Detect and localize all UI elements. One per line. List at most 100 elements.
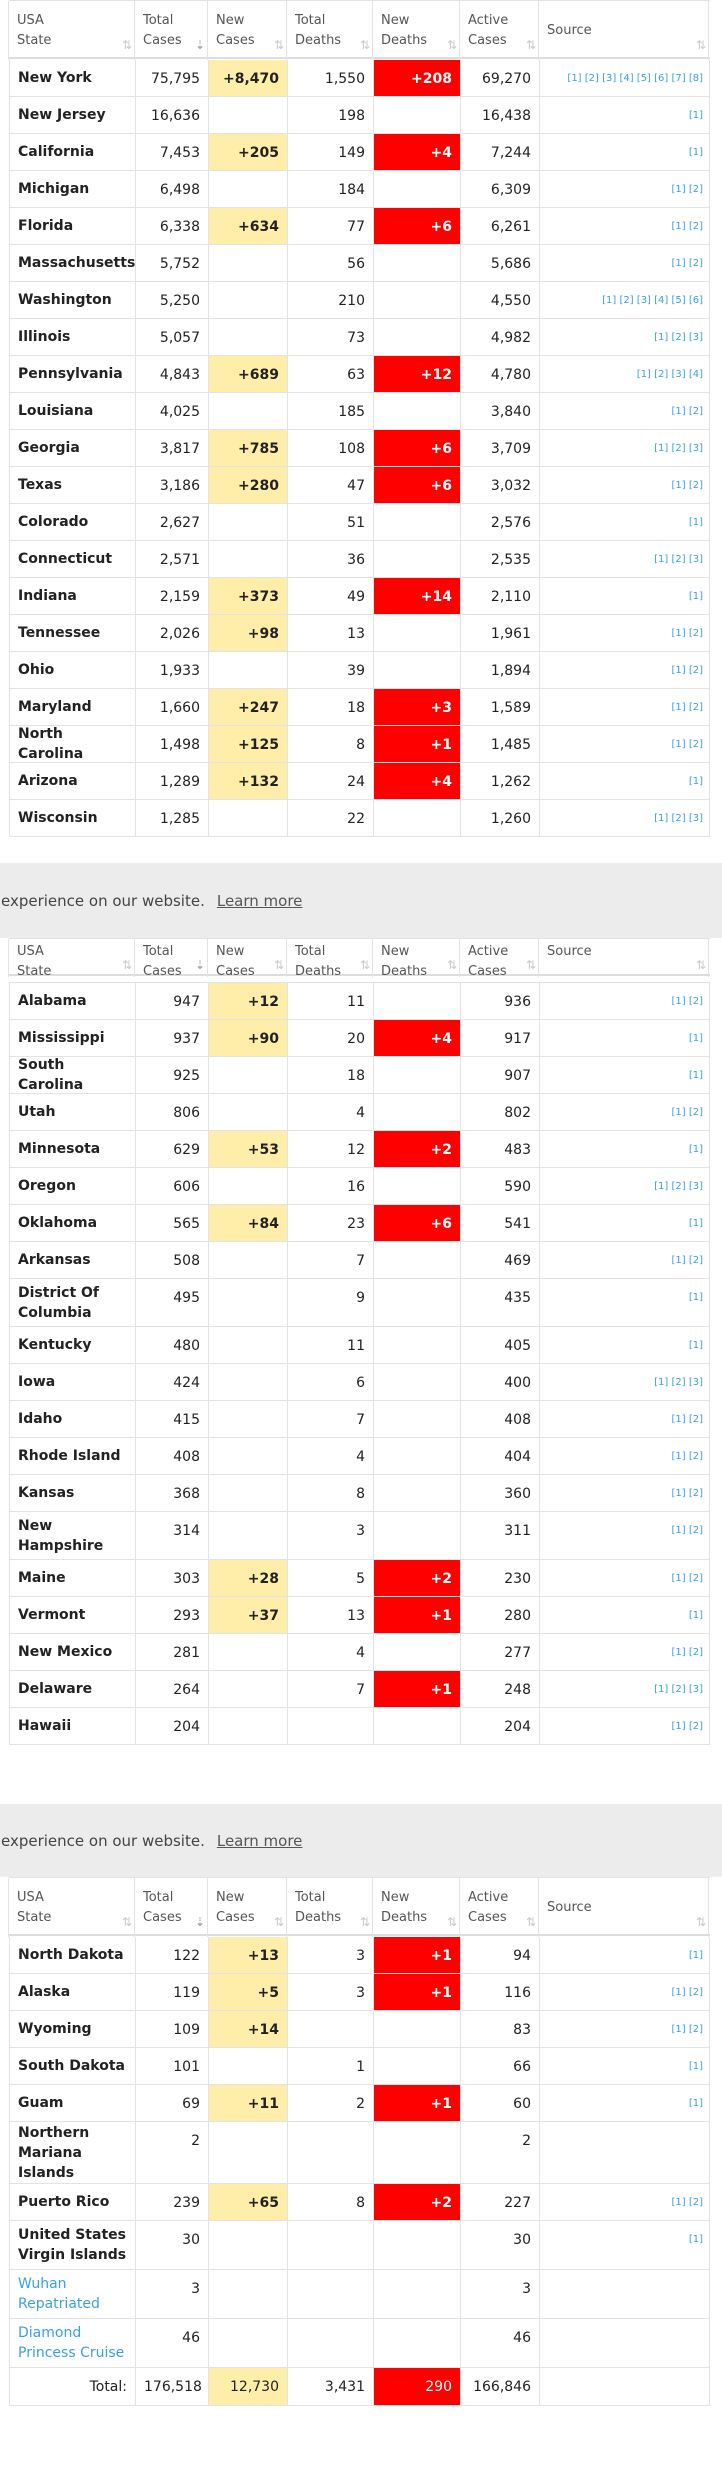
source-links[interactable]: [1] [2] <box>539 615 710 651</box>
sort-icon[interactable]: ⇅ <box>360 955 370 975</box>
column-header-active-cases[interactable]: Active Cases ⇅ <box>459 1 539 60</box>
column-header-active-cases[interactable]: Active Cases ⇅ <box>459 1878 539 1937</box>
sort-icon[interactable]: ⇣ <box>195 1912 205 1932</box>
source-links[interactable] <box>539 2122 710 2183</box>
column-header-total-deaths[interactable]: Total Deaths ⇅ <box>286 1 373 60</box>
source-links[interactable]: [1] [2] [3] [4] [5] [6] <box>539 282 710 318</box>
source-links[interactable]: [1] [2] <box>539 1974 710 2010</box>
table-row: Wyoming 109 +14 83 [1] [2] <box>9 2011 710 2048</box>
sort-icon[interactable]: ⇣ <box>195 35 205 55</box>
source-links[interactable]: [1] <box>539 1020 710 1056</box>
column-header-new-deaths[interactable]: New Deaths ⇅ <box>372 1878 460 1937</box>
source-links[interactable]: [1] [2] [3] <box>539 319 710 355</box>
source-links[interactable]: [1] [2] <box>539 2184 710 2220</box>
column-header-total-deaths[interactable]: Total Deaths ⇅ <box>286 1878 373 1937</box>
source-links[interactable]: [1] [2] <box>539 726 710 762</box>
learn-more-link[interactable]: Learn more <box>217 892 303 910</box>
sort-icon[interactable]: ⇅ <box>274 35 284 55</box>
learn-more-link[interactable]: Learn more <box>217 1832 303 1850</box>
column-header-state[interactable]: USA State ⇅ <box>8 1878 135 1937</box>
sort-icon[interactable]: ⇅ <box>360 1912 370 1932</box>
sort-icon[interactable]: ⇅ <box>360 35 370 55</box>
state-name[interactable]: Wuhan Repatriated <box>9 2270 135 2318</box>
sort-icon[interactable]: ⇅ <box>447 955 457 975</box>
source-links[interactable]: [1] <box>539 2048 710 2084</box>
source-links[interactable]: [1] [2] <box>539 245 710 281</box>
source-links[interactable]: [1] [2] <box>539 1401 710 1437</box>
source-links[interactable]: [1] <box>539 763 710 799</box>
source-links[interactable]: [1] <box>539 2085 710 2121</box>
source-links[interactable]: [1] [2] [3] <box>539 1168 710 1204</box>
sort-icon[interactable]: ⇅ <box>696 955 706 975</box>
source-links[interactable]: [1] [2] [3] <box>539 430 710 466</box>
source-links[interactable]: [1] [2] <box>539 2011 710 2047</box>
source-links[interactable]: [1] [2] <box>539 1560 710 1596</box>
source-links[interactable]: [1] [2] <box>539 1634 710 1670</box>
source-links[interactable]: [1] [2] <box>539 1242 710 1278</box>
source-links[interactable]: [1] <box>539 1937 710 1973</box>
source-links[interactable]: [1] [2] <box>539 467 710 503</box>
sort-icon[interactable]: ⇅ <box>526 955 536 975</box>
source-links[interactable]: [1] [2] <box>539 171 710 207</box>
column-header-new-cases[interactable]: New Cases ⇅ <box>207 1878 287 1937</box>
sort-icon[interactable]: ⇣ <box>195 955 205 975</box>
source-links[interactable]: [1] [2] <box>539 1475 710 1511</box>
column-header-source[interactable]: Source ⇅ <box>538 939 709 977</box>
source-links[interactable]: [1] [2] <box>539 983 710 1019</box>
source-links[interactable]: [1] [2] [3] [4] <box>539 356 710 392</box>
source-links[interactable] <box>539 2270 710 2318</box>
source-links[interactable]: [1] <box>539 1597 710 1633</box>
sort-icon[interactable]: ⇅ <box>696 35 706 55</box>
total-cases: 5,250 <box>135 282 208 318</box>
source-links[interactable]: [1] [2] <box>539 1438 710 1474</box>
source-links[interactable]: [1] <box>539 578 710 614</box>
sort-icon[interactable]: ⇅ <box>447 35 457 55</box>
sort-icon[interactable]: ⇅ <box>526 1912 536 1932</box>
source-links[interactable] <box>539 2319 710 2367</box>
source-links[interactable]: [1] [2] [3] <box>539 1671 710 1707</box>
state-name[interactable]: Diamond Princess Cruise <box>9 2319 135 2367</box>
source-links[interactable]: [1] [2] [3] <box>539 1364 710 1400</box>
source-links[interactable]: [1] [2] <box>539 393 710 429</box>
source-links[interactable]: [1] [2] [3] <box>539 541 710 577</box>
source-links[interactable]: [1] [2] [3] <box>539 800 710 836</box>
column-header-new-cases[interactable]: New Cases ⇅ <box>207 1 287 60</box>
source-links[interactable]: [1] [2] <box>539 1708 710 1744</box>
column-header-state[interactable]: USA State ⇅ <box>8 1 135 60</box>
sort-icon[interactable]: ⇅ <box>447 1912 457 1932</box>
source-links[interactable]: [1] [2] <box>539 208 710 244</box>
column-header-active-cases[interactable]: Active Cases ⇅ <box>459 939 539 979</box>
column-header-new-cases[interactable]: New Cases ⇅ <box>207 939 287 979</box>
source-links[interactable]: [1] <box>539 97 710 133</box>
column-header-source[interactable]: Source ⇅ <box>538 1 709 60</box>
source-links[interactable]: [1] <box>539 134 710 170</box>
column-header-new-deaths[interactable]: New Deaths ⇅ <box>372 939 460 979</box>
column-header-total-deaths[interactable]: Total Deaths ⇅ <box>286 939 373 979</box>
source-links[interactable]: [1] <box>539 1131 710 1167</box>
column-header-new-deaths[interactable]: New Deaths ⇅ <box>372 1 460 60</box>
sort-icon[interactable]: ⇅ <box>696 1912 706 1932</box>
sort-icon[interactable]: ⇅ <box>122 955 132 975</box>
column-header-total-cases[interactable]: Total Cases ⇣ <box>134 939 208 979</box>
column-header-total-cases[interactable]: Total Cases ⇣ <box>134 1878 208 1937</box>
sort-icon[interactable]: ⇅ <box>274 1912 284 1932</box>
source-links[interactable]: [1] [2] <box>539 652 710 688</box>
column-header-label: Source <box>547 944 592 959</box>
source-links[interactable]: [1] <box>539 1057 710 1093</box>
source-links[interactable]: [1] [2] <box>539 1094 710 1130</box>
source-links[interactable]: [1] <box>539 504 710 540</box>
source-links[interactable]: [1] <box>539 2221 710 2269</box>
sort-icon[interactable]: ⇅ <box>526 35 536 55</box>
sort-icon[interactable]: ⇅ <box>274 955 284 975</box>
source-links[interactable]: [1] <box>539 1205 710 1241</box>
source-links[interactable]: [1] <box>539 1327 710 1363</box>
source-links[interactable]: [1] [2] <box>539 1512 710 1559</box>
source-links[interactable]: [1] [2] [3] [4] [5] [6] [7] [8] <box>539 60 710 96</box>
sort-icon[interactable]: ⇅ <box>122 35 132 55</box>
source-links[interactable]: [1] [2] <box>539 689 710 725</box>
column-header-state[interactable]: USA State ⇅ <box>8 939 135 979</box>
sort-icon[interactable]: ⇅ <box>122 1912 132 1932</box>
source-links[interactable]: [1] <box>539 1279 710 1326</box>
column-header-source[interactable]: Source ⇅ <box>538 1878 709 1937</box>
column-header-total-cases[interactable]: Total Cases ⇣ <box>134 1 208 60</box>
